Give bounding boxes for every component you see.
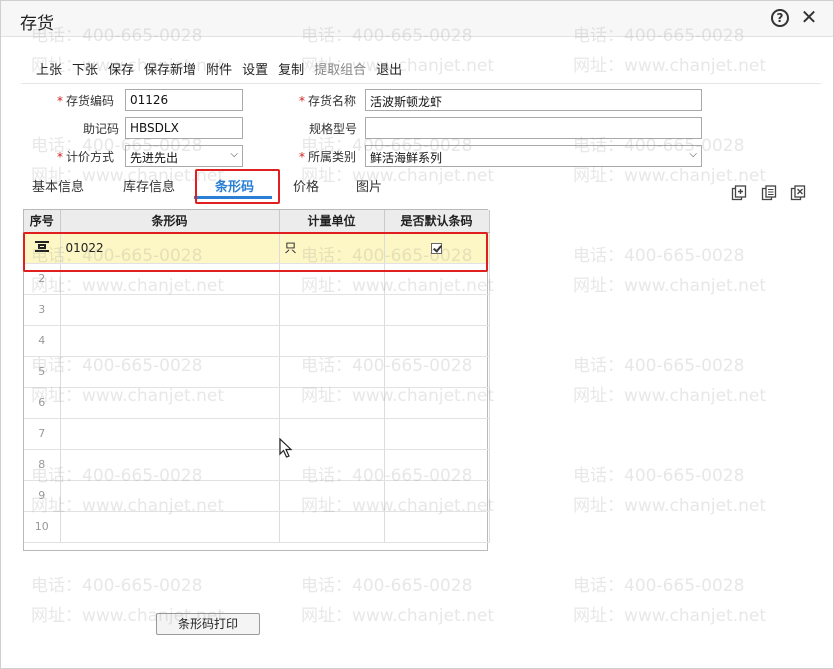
save-button[interactable]: 保存 — [108, 59, 134, 79]
tab-price[interactable]: 价格 — [293, 176, 319, 195]
category-label: * 所属类别 — [299, 150, 357, 164]
default-cell[interactable] — [384, 356, 490, 388]
tab-stock-info[interactable]: 库存信息 — [123, 176, 175, 195]
barcode-cell[interactable] — [60, 294, 280, 326]
watermark-phone: 电话：400-665-0028 — [31, 576, 203, 596]
delete-row-icon[interactable] — [790, 185, 806, 201]
watermark-site: 网址：www.chanjet.net — [573, 386, 767, 406]
print-barcode-button[interactable]: 条形码打印 — [156, 613, 260, 635]
code-input[interactable]: 01126 — [125, 89, 243, 111]
spec-input[interactable] — [365, 117, 702, 139]
unit-cell[interactable] — [279, 511, 385, 543]
title-bar: 存货 ? ✕ — [1, 1, 833, 37]
barcode-cell[interactable] — [60, 511, 280, 543]
default-cell[interactable] — [384, 387, 490, 419]
mnemonic-input[interactable]: HBSDLX — [125, 117, 243, 139]
default-cell[interactable] — [384, 449, 490, 481]
watermark-phone: 电话：400-665-0028 — [573, 356, 745, 376]
column-header-barcode[interactable]: 条形码 — [60, 210, 280, 233]
table-row[interactable]: 5 — [24, 356, 490, 388]
code-label: * 存货编码 — [57, 94, 115, 108]
mouse-cursor-icon — [279, 438, 293, 458]
toolbar: 上张 下张 保存 保存新增 附件 设置 复制 提取组合 退出 — [36, 59, 412, 79]
settings-button[interactable]: 设置 — [242, 59, 268, 79]
default-cell[interactable] — [384, 480, 490, 512]
default-cell[interactable] — [384, 294, 490, 326]
column-header-unit[interactable]: 计量单位 — [279, 210, 385, 233]
table-row[interactable]: 3 — [24, 294, 490, 326]
watermark-site: 网址：www.chanjet.net — [573, 496, 767, 516]
unit-cell[interactable] — [279, 418, 385, 450]
default-cell[interactable] — [384, 325, 490, 357]
watermark-site: 网址：www.chanjet.net — [301, 606, 495, 626]
close-icon[interactable]: ✕ — [799, 6, 819, 28]
watermark-site: 网址：www.chanjet.net — [573, 276, 767, 296]
inventory-window: 存货 ? ✕ 上张 下张 保存 保存新增 附件 设置 复制 提取组合 退出 * 存… — [0, 0, 834, 669]
row-number: 7 — [24, 418, 61, 450]
row-number: 3 — [24, 294, 61, 326]
default-cell[interactable] — [384, 418, 490, 450]
next-record-button[interactable]: 下张 — [72, 59, 98, 79]
chevron-down-icon: ⌵ — [689, 149, 697, 160]
chevron-down-icon: ⌵ — [230, 149, 238, 160]
barcode-cell[interactable] — [60, 418, 280, 450]
tab-image[interactable]: 图片 — [356, 176, 382, 195]
table-row[interactable]: 4 — [24, 325, 490, 357]
unit-cell[interactable] — [279, 480, 385, 512]
name-input[interactable]: 活波斯顿龙虾 — [365, 89, 702, 111]
barcode-cell[interactable] — [60, 325, 280, 357]
row-number: 6 — [24, 387, 61, 419]
category-select-value: 鲜活海鲜系列 — [370, 151, 443, 165]
exit-button[interactable]: 退出 — [376, 59, 402, 79]
watermark-phone: 电话：400-665-0028 — [573, 246, 745, 266]
row-number: 10 — [24, 511, 61, 543]
mnemonic-label: 助记码 — [83, 122, 120, 136]
pricing-label: * 计价方式 — [57, 150, 115, 164]
unit-cell[interactable] — [279, 294, 385, 326]
extract-combo-button[interactable]: 提取组合 — [314, 59, 366, 79]
spec-label: 规格型号 — [309, 122, 358, 136]
barcode-cell[interactable] — [60, 480, 280, 512]
table-row[interactable]: 7 — [24, 418, 490, 450]
name-label: * 存货名称 — [299, 94, 357, 108]
category-select[interactable]: 鲜活海鲜系列 ⌵ — [365, 145, 702, 167]
add-row-icon[interactable] — [731, 185, 747, 201]
row-number: 4 — [24, 325, 61, 357]
row-number: 9 — [24, 480, 61, 512]
toolbar-divider — [21, 83, 821, 84]
unit-cell[interactable] — [279, 325, 385, 357]
window-title: 存货 — [20, 14, 54, 34]
tab-highlight-box — [195, 169, 280, 204]
pricing-select-value: 先进先出 — [130, 151, 179, 165]
row-highlight-box — [23, 232, 488, 272]
table-row[interactable]: 9 — [24, 480, 490, 512]
prev-record-button[interactable]: 上张 — [36, 59, 62, 79]
copy-button[interactable]: 复制 — [278, 59, 304, 79]
watermark-phone: 电话：400-665-0028 — [573, 466, 745, 486]
tab-basic-info[interactable]: 基本信息 — [32, 176, 84, 195]
barcode-cell[interactable] — [60, 356, 280, 388]
watermark-site: 网址：www.chanjet.net — [573, 56, 767, 76]
barcode-cell[interactable] — [60, 449, 280, 481]
watermark-phone: 电话：400-665-0028 — [301, 576, 473, 596]
column-header-index[interactable]: 序号 — [24, 210, 61, 233]
attachment-button[interactable]: 附件 — [206, 59, 232, 79]
table-row[interactable]: 10 — [24, 511, 490, 543]
unit-cell[interactable] — [279, 449, 385, 481]
watermark-phone: 电话：400-665-0028 — [573, 576, 745, 596]
row-number: 8 — [24, 449, 61, 481]
table-row[interactable]: 8 — [24, 449, 490, 481]
row-number: 5 — [24, 356, 61, 388]
copy-row-icon[interactable] — [761, 185, 777, 201]
watermark-site: 网址：www.chanjet.net — [573, 606, 767, 626]
column-header-default[interactable]: 是否默认条码 — [384, 210, 490, 233]
unit-cell[interactable] — [279, 356, 385, 388]
pricing-select[interactable]: 先进先出 ⌵ — [125, 145, 243, 167]
save-and-new-button[interactable]: 保存新增 — [144, 59, 196, 79]
help-icon[interactable]: ? — [771, 9, 789, 27]
default-cell[interactable] — [384, 511, 490, 543]
barcode-cell[interactable] — [60, 387, 280, 419]
unit-cell[interactable] — [279, 387, 385, 419]
table-row[interactable]: 6 — [24, 387, 490, 419]
